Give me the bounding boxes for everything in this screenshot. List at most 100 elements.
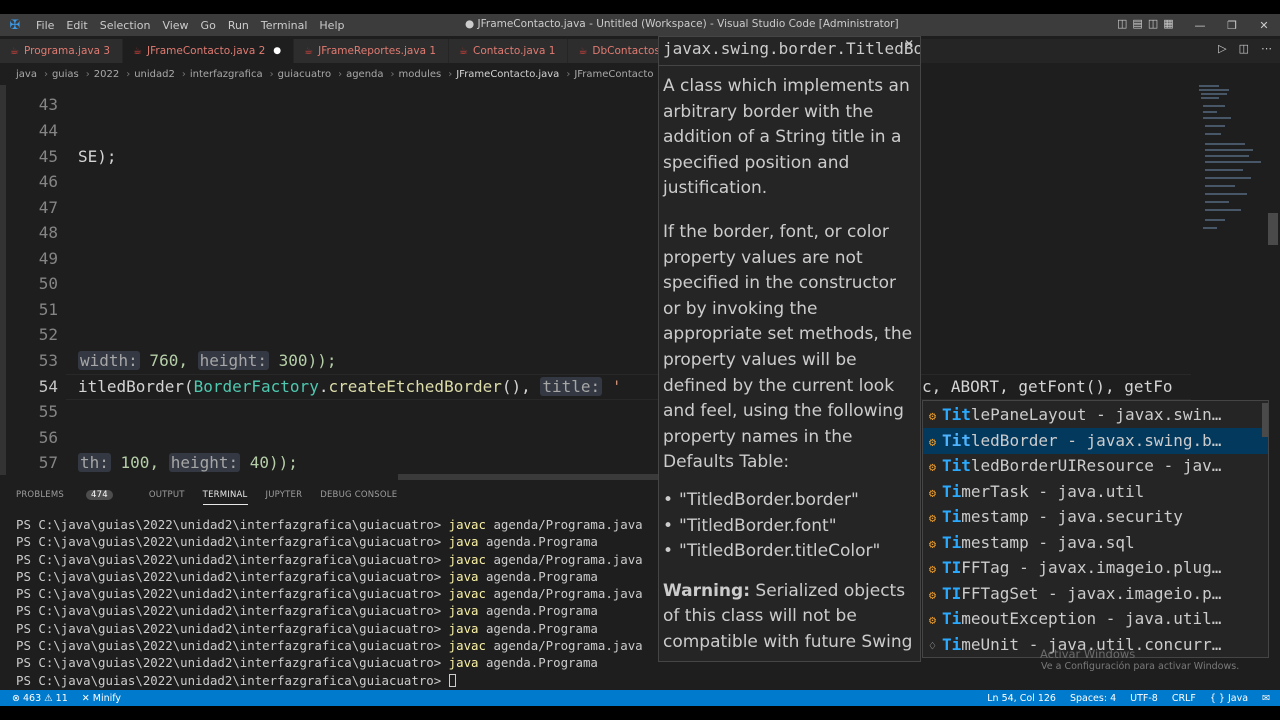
hover-paragraph: A class which implements an arbitrary bo… — [663, 76, 910, 199]
feedback-icon[interactable]: ✉ — [1262, 693, 1270, 704]
close-icon[interactable]: ✕ — [904, 37, 914, 51]
terminal-command: java — [448, 534, 479, 550]
terminal-arg: agenda/Programa.java — [485, 551, 643, 567]
suggestion-scrollbar[interactable] — [1262, 403, 1268, 437]
line-number: 55 — [38, 402, 58, 421]
property-item: "TitledBorder.font" — [663, 514, 916, 540]
restore-icon[interactable]: ❐ — [1216, 19, 1248, 32]
suggestion-match: Ti — [942, 507, 962, 526]
breadcrumb-item[interactable]: unidad2 — [134, 69, 175, 80]
tab-output[interactable]: OUTPUT — [149, 490, 185, 505]
tab-problems[interactable]: PROBLEMS 474 — [16, 490, 131, 505]
tab-jframereportes[interactable]: ☕ JFrameReportes.java 1 — [294, 39, 450, 63]
suggestion-item[interactable]: ⚙ TIFFTagSet - javax.imageio.p… — [923, 581, 1268, 607]
tab-jupyter[interactable]: JUPYTER — [266, 490, 303, 505]
menu-run[interactable]: Run — [222, 19, 255, 32]
suggestion-item[interactable]: ⚙ TimerTask - java.util — [923, 479, 1268, 505]
menu-view[interactable]: View — [156, 19, 194, 32]
customize-layout-icon[interactable]: ▦ — [1163, 17, 1173, 30]
editor-actions: ▷ ◫ ⋯ — [1218, 42, 1272, 55]
close-window-icon[interactable]: ✕ — [1248, 19, 1280, 32]
tab-terminal[interactable]: TERMINAL — [202, 490, 248, 505]
terminal-command: javac — [448, 551, 486, 567]
breadcrumb-item[interactable]: 2022 — [94, 69, 119, 80]
suggestion-item[interactable]: ⚙ Timestamp - java.security — [923, 504, 1268, 530]
terminal-cursor — [448, 673, 456, 687]
suggestion-item[interactable]: ⚙ TIFFTag - javax.imageio.plug… — [923, 555, 1268, 581]
terminal-prompt: PS C:\java\guias\2022\unidad2\interfazgr… — [16, 603, 449, 619]
enum-symbol-icon: ♢ — [928, 639, 937, 653]
status-right: Ln 54, Col 126 Spaces: 4 UTF-8 CRLF { } … — [987, 693, 1270, 704]
suggestion-text: ledBorderUIResource - jav… — [970, 456, 1222, 475]
eol-status[interactable]: CRLF — [1172, 693, 1196, 704]
code-text: SE); — [78, 147, 117, 166]
menu-bar: File Edit Selection View Go Run Terminal… — [30, 19, 350, 32]
indentation-status[interactable]: Spaces: 4 — [1070, 693, 1116, 704]
tab-contacto[interactable]: ☕ Contacto.java 1 — [449, 39, 569, 63]
breadcrumb-item[interactable]: java — [16, 69, 37, 80]
problems-status[interactable]: ⊗ 463 ⚠ 11 — [12, 693, 68, 704]
suggestion-match: Tit — [942, 431, 971, 450]
menu-edit[interactable]: Edit — [60, 19, 93, 32]
code-text: th: 100, height: 40)); — [78, 450, 298, 476]
inlay-hint: th: — [78, 453, 111, 472]
menu-help[interactable]: Help — [313, 19, 350, 32]
terminal-arg: agenda/Programa.java — [485, 586, 643, 602]
toggle-secondary-sidebar-icon[interactable]: ◫ — [1148, 17, 1158, 30]
suggestion-item[interactable]: ⚙ TitlePaneLayout - javax.swin… — [923, 402, 1268, 428]
more-actions-icon[interactable]: ⋯ — [1261, 42, 1272, 55]
inlay-hint: height: — [197, 351, 270, 370]
suggestion-item-selected[interactable]: ⚙ TitledBorder - javax.swing.b… — [923, 428, 1268, 454]
modified-dot-icon[interactable]: ● — [273, 46, 281, 56]
suggestion-text: merTask - java.util — [961, 482, 1145, 501]
tab-jframecontacto[interactable]: ☕ JFrameContacto.java 2 ● — [123, 39, 295, 63]
terminal-arg: agenda/Programa.java — [485, 638, 643, 654]
editor-scrollbar[interactable] — [1268, 213, 1278, 245]
suggestion-match: Ti — [942, 635, 962, 654]
menu-go[interactable]: Go — [195, 19, 222, 32]
terminal-arg: agenda.Programa — [478, 620, 598, 636]
editor-tabs: ☕ Programa.java 3 ☕ JFrameContacto.java 2 ●… — [0, 39, 1280, 63]
horizontal-scrollbar[interactable] — [398, 474, 658, 480]
tab-label: JFrameContacto.java 2 — [147, 45, 266, 57]
tab-debug-console[interactable]: DEBUG CONSOLE — [320, 490, 397, 505]
class-symbol-icon: ⚙ — [928, 613, 937, 627]
toggle-sidebar-icon[interactable]: ◫ — [1117, 17, 1127, 30]
breadcrumb-item[interactable]: interfazgrafica — [190, 69, 263, 80]
menu-selection[interactable]: Selection — [94, 19, 157, 32]
breadcrumb-item[interactable]: JFrameContacto.java — [456, 69, 559, 80]
breadcrumb-item[interactable]: modules — [399, 69, 442, 80]
toggle-panel-icon[interactable]: ▤ — [1132, 17, 1142, 30]
breadcrumb: java › guias › 2022 › unidad2 › interfazgraf… — [0, 63, 660, 85]
breadcrumb-item[interactable]: JFrameContacto — [574, 69, 653, 80]
terminal-line: PS C:\java\guias\2022\unidad2\interfazgr… — [16, 637, 643, 654]
minify-status[interactable]: ✕ Minify — [82, 693, 121, 704]
terminal-output[interactable]: PS C:\java\guias\2022\unidad2\interfazgr… — [16, 516, 643, 689]
breadcrumb-item[interactable]: agenda — [346, 69, 383, 80]
split-editor-icon[interactable]: ◫ — [1239, 42, 1249, 55]
class-symbol-icon: ⚙ — [928, 562, 937, 576]
code-line: 44 — [6, 118, 1191, 144]
cursor-position[interactable]: Ln 54, Col 126 — [987, 693, 1056, 704]
tab-programa[interactable]: ☕ Programa.java 3 — [0, 39, 124, 63]
class-symbol-icon: ⚙ — [928, 511, 937, 525]
class-symbol-icon: ⚙ — [928, 486, 937, 500]
property-item: "TitledBorder.titleColor" — [663, 539, 916, 565]
suggestion-item[interactable]: ⚙ TimeoutException - java.util… — [923, 606, 1268, 632]
suggestion-item[interactable]: ⚙ TitledBorderUIResource - jav… — [923, 453, 1268, 479]
suggestion-match: Tit — [942, 456, 971, 475]
code-token: ' — [602, 377, 622, 396]
menu-terminal[interactable]: Terminal — [255, 19, 314, 32]
breadcrumb-item[interactable]: guiacuatro — [278, 69, 332, 80]
line-number: 54 — [38, 377, 58, 396]
vscode-logo-icon: ✠ — [9, 17, 21, 33]
terminal-prompt: PS C:\java\guias\2022\unidad2\interfazgr… — [16, 517, 449, 532]
minimize-icon[interactable]: — — [1184, 19, 1216, 32]
line-number: 44 — [38, 121, 58, 140]
encoding-status[interactable]: UTF-8 — [1130, 693, 1158, 704]
language-mode[interactable]: { } Java — [1210, 693, 1248, 704]
menu-file[interactable]: File — [30, 19, 60, 32]
run-icon[interactable]: ▷ — [1218, 42, 1226, 55]
breadcrumb-item[interactable]: guias — [52, 69, 79, 80]
suggestion-item[interactable]: ⚙ Timestamp - java.sql — [923, 530, 1268, 556]
